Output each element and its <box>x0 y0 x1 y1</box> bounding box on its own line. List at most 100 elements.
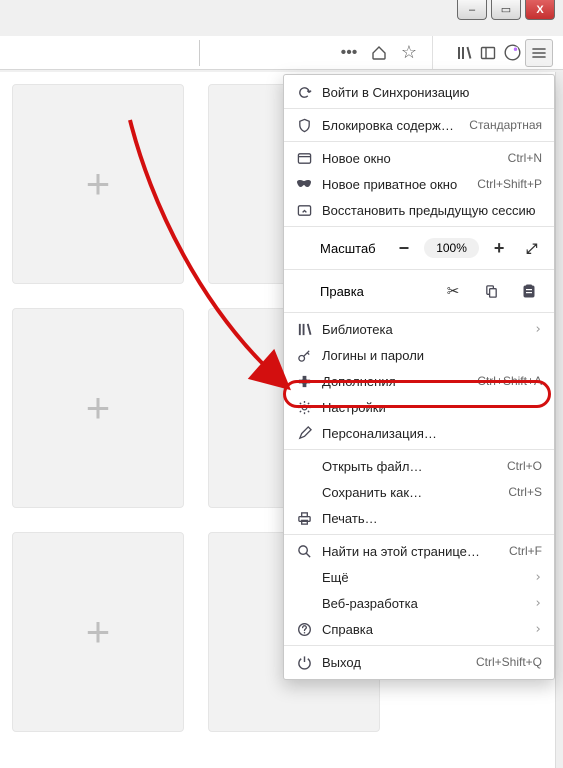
edit-row: Правка ✂ <box>284 273 554 309</box>
webdev-menu[interactable]: Веб-разработка › <box>284 590 554 616</box>
menu-label: Выход <box>322 655 466 670</box>
search-icon <box>296 543 312 559</box>
key-icon <box>296 347 312 363</box>
zoom-row: Масштаб − 100% + ⤢ <box>284 230 554 266</box>
window-controls: – ▭ X <box>457 0 555 22</box>
save-as-menu[interactable]: Сохранить как… Ctrl+S <box>284 479 554 505</box>
find-menu[interactable]: Найти на этой странице… Ctrl+F <box>284 538 554 564</box>
shortcut: Ctrl+Shift+A <box>477 374 542 388</box>
gear-icon <box>296 399 312 415</box>
firefox-account-icon[interactable] <box>501 42 523 64</box>
logins-menu[interactable]: Логины и пароли <box>284 342 554 368</box>
top-site-tile[interactable]: + <box>12 532 184 732</box>
menu-label: Библиотека <box>322 322 524 337</box>
menu-label: Ещё <box>322 570 524 585</box>
power-icon <box>296 654 312 670</box>
minimize-button[interactable]: – <box>457 0 487 20</box>
shortcut: Ctrl+S <box>508 485 542 499</box>
new-window[interactable]: Новое окно Ctrl+N <box>284 145 554 171</box>
blank-icon <box>296 484 312 500</box>
menu-separator <box>284 645 554 646</box>
content-blocking[interactable]: Блокировка содержимого Стандартная <box>284 112 554 138</box>
print-icon <box>296 510 312 526</box>
paintbrush-icon <box>296 425 312 441</box>
settings-menu[interactable]: Настройки <box>284 394 554 420</box>
cut-icon[interactable]: ✂ <box>438 279 468 303</box>
menu-separator <box>284 534 554 535</box>
menu-label: Печать… <box>322 511 542 526</box>
library-icon[interactable] <box>453 42 475 64</box>
chevron-right-icon: › <box>534 322 542 337</box>
plus-icon: + <box>86 384 111 432</box>
library-icon <box>296 321 312 337</box>
shortcut: Ctrl+F <box>509 544 542 558</box>
sync-sign-in[interactable]: Войти в Синхронизацию <box>284 79 554 105</box>
addons-menu[interactable]: Дополнения Ctrl+Shift+A <box>284 368 554 394</box>
menu-label: Персонализация… <box>322 426 542 441</box>
window-icon <box>296 150 312 166</box>
zoom-out-button[interactable]: − <box>392 235 417 261</box>
menu-separator <box>284 312 554 313</box>
puzzle-icon <box>296 373 312 389</box>
menu-separator <box>284 226 554 227</box>
menu-label: Найти на этой странице… <box>322 544 499 559</box>
blank-icon <box>296 458 312 474</box>
zoom-in-button[interactable]: + <box>487 235 512 261</box>
page-actions-icon[interactable]: ••• <box>338 42 360 64</box>
menu-label: Справка <box>322 622 524 637</box>
copy-icon[interactable] <box>476 279 506 303</box>
chevron-right-icon: › <box>534 596 542 611</box>
page-action-icons: ••• ☆ <box>338 36 433 69</box>
menu-button[interactable] <box>525 39 553 67</box>
menu-label: Восстановить предыдущую сессию <box>322 203 542 218</box>
fullscreen-button[interactable]: ⤢ <box>519 235 544 261</box>
menu-label: Блокировка содержимого <box>322 118 459 133</box>
top-site-tile[interactable]: + <box>12 308 184 508</box>
new-private-window[interactable]: Новое приватное окно Ctrl+Shift+P <box>284 171 554 197</box>
bookmark-star-icon[interactable]: ☆ <box>398 42 420 64</box>
more-menu[interactable]: Ещё › <box>284 564 554 590</box>
zoom-label: Масштаб <box>294 241 376 256</box>
scrollbar[interactable] <box>555 72 563 768</box>
chevron-right-icon: › <box>534 622 542 637</box>
library-menu[interactable]: Библиотека › <box>284 316 554 342</box>
menu-label: Дополнения <box>322 374 467 389</box>
customize-menu[interactable]: Персонализация… <box>284 420 554 446</box>
content-blocking-state: Стандартная <box>469 118 542 132</box>
blank-icon <box>296 595 312 611</box>
print-menu[interactable]: Печать… <box>284 505 554 531</box>
sidebar-icon[interactable] <box>477 42 499 64</box>
help-icon <box>296 621 312 637</box>
plus-icon: + <box>86 160 111 208</box>
shortcut: Ctrl+Shift+P <box>477 177 542 191</box>
sync-icon <box>296 84 312 100</box>
zoom-percent[interactable]: 100% <box>424 238 479 258</box>
help-menu[interactable]: Справка › <box>284 616 554 642</box>
shortcut: Ctrl+Shift+Q <box>476 655 542 669</box>
menu-label: Открыть файл… <box>322 459 497 474</box>
blank-icon <box>296 569 312 585</box>
menu-label: Сохранить как… <box>322 485 498 500</box>
pocket-icon[interactable] <box>368 42 390 64</box>
menu-separator <box>284 449 554 450</box>
toolbar: ••• ☆ <box>0 36 563 70</box>
menu-label: Новое окно <box>322 151 498 166</box>
shortcut: Ctrl+N <box>508 151 542 165</box>
shield-icon <box>296 117 312 133</box>
restore-session[interactable]: Восстановить предыдущую сессию <box>284 197 554 223</box>
menu-separator <box>284 108 554 109</box>
menu-label: Войти в Синхронизацию <box>322 85 542 100</box>
shortcut: Ctrl+O <box>507 459 542 473</box>
close-button[interactable]: X <box>525 0 555 20</box>
plus-icon: + <box>86 608 111 656</box>
main-menu-panel: Войти в Синхронизацию Блокировка содержи… <box>283 74 555 680</box>
exit-menu[interactable]: Выход Ctrl+Shift+Q <box>284 649 554 675</box>
edit-label: Правка <box>294 284 364 299</box>
paste-icon[interactable] <box>514 279 544 303</box>
url-bar[interactable] <box>0 40 200 66</box>
top-site-tile[interactable]: + <box>12 84 184 284</box>
maximize-button[interactable]: ▭ <box>491 0 521 20</box>
open-file-menu[interactable]: Открыть файл… Ctrl+O <box>284 453 554 479</box>
restore-icon <box>296 202 312 218</box>
mask-icon <box>296 176 312 192</box>
